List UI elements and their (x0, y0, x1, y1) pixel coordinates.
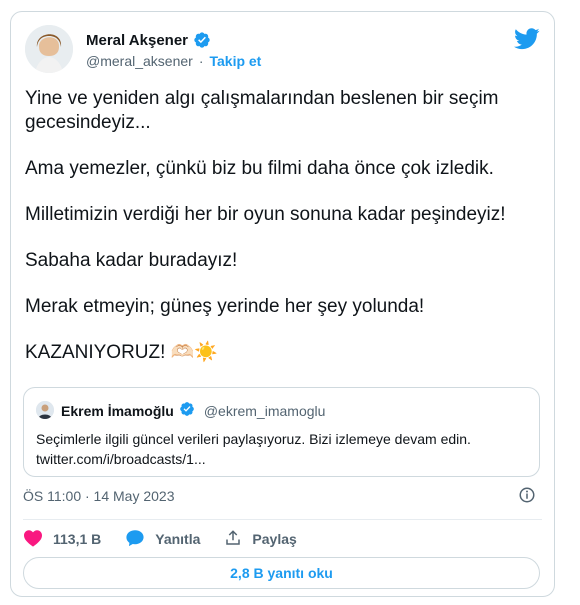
like-count: 113,1 B (53, 531, 102, 547)
author-avatar[interactable] (25, 25, 73, 73)
like-button[interactable]: 113,1 B (23, 529, 101, 550)
info-icon[interactable] (518, 486, 536, 509)
tweet-paragraph: Yine ve yeniden algı çalışmalarından bes… (25, 88, 499, 133)
action-bar: 113,1 B Yanıtla Paylaş (23, 526, 321, 552)
tweet-paragraph: KAZANIYORUZ! 🫶🏻☀️ (25, 342, 218, 363)
verified-badge-icon (179, 401, 195, 420)
tweet-timestamp[interactable]: ÖS 11:00 · 14 May 2023 (23, 488, 175, 504)
read-replies-label: 2,8 B yanıtı oku (230, 565, 333, 581)
divider (23, 519, 542, 520)
share-button[interactable]: Paylaş (224, 529, 297, 550)
share-label: Paylaş (252, 531, 297, 547)
author-name[interactable]: Meral Akşener (86, 32, 188, 49)
heart-icon (23, 529, 43, 550)
quoted-tweet[interactable]: Ekrem İmamoğlu @ekrem_imamoglu Seçimlerl… (23, 387, 540, 477)
quoted-author-name: Ekrem İmamoğlu (61, 402, 174, 419)
tweet-paragraph: Merak etmeyin; güneş yerinde her şey yol… (25, 296, 425, 317)
reply-bubble-icon (125, 529, 145, 550)
reply-label: Yanıtla (155, 531, 201, 547)
follow-button[interactable]: Takip et (209, 53, 261, 69)
tweet-paragraph: Milletimizin verdiği her bir oyun sonuna… (25, 204, 506, 225)
reply-button[interactable]: Yanıtla (125, 529, 200, 550)
tweet-card: Meral Akşener @meral_aksener · Takip et … (10, 11, 555, 597)
author-handle[interactable]: @meral_aksener (86, 53, 193, 69)
quoted-author-avatar (36, 401, 54, 419)
tweet-text: Yine ve yeniden algı çalışmalarından bes… (25, 87, 545, 387)
verified-badge-icon (193, 31, 211, 49)
twitter-bird-icon[interactable] (514, 28, 540, 55)
tweet-paragraph: Sabaha kadar buradayız! (25, 250, 238, 271)
quoted-tweet-text: Seçimlerle ilgili güncel verileri paylaş… (36, 431, 471, 467)
read-replies-button[interactable]: 2,8 B yanıtı oku (23, 557, 540, 589)
tweet-paragraph: Ama yemezler, çünkü biz bu filmi daha ön… (25, 158, 494, 179)
separator-dot: · (198, 53, 204, 69)
share-icon (224, 529, 242, 550)
quoted-author-handle: @ekrem_imamoglu (203, 402, 326, 419)
